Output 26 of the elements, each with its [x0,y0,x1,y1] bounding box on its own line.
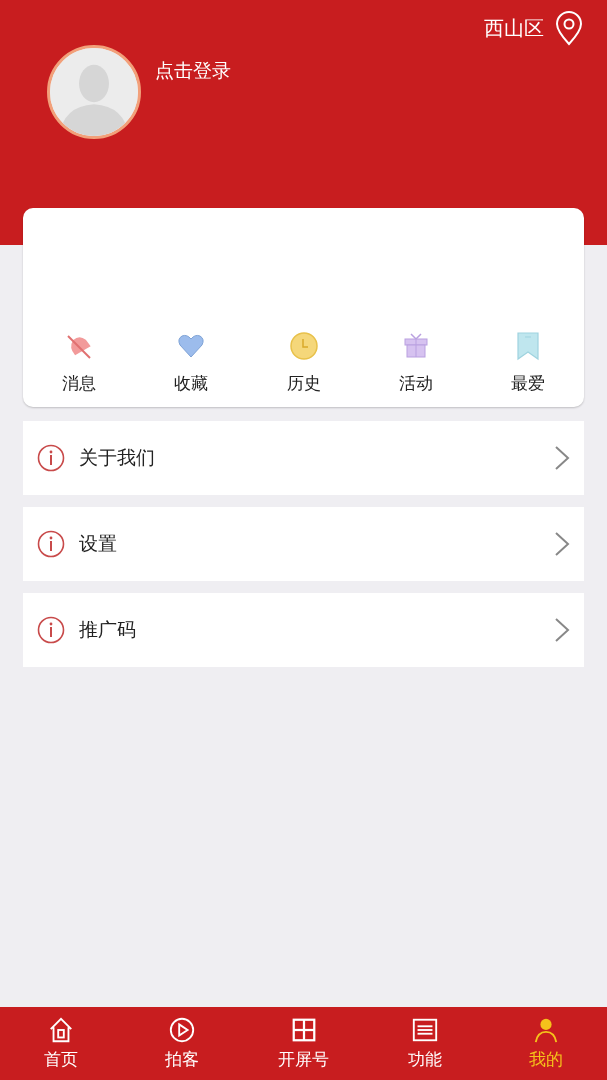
location-label: 西山区 [484,14,544,42]
menu-row[interactable]: 设置 [23,507,584,581]
chevron-right-icon [554,445,570,471]
login-link[interactable]: 点击登录 [155,58,231,84]
shortcut-item[interactable]: 收藏 [135,330,248,395]
info-icon [37,616,65,644]
tab-item[interactable]: 拍客 [121,1007,243,1080]
chevron-right-icon [554,617,570,643]
location-pin-icon[interactable] [554,10,584,46]
tab-item[interactable]: 功能 [364,1007,486,1080]
menu-label: 设置 [79,531,118,556]
shortcut-item[interactable]: 消息 [23,330,136,395]
tab-item[interactable]: 开屏号 [242,1007,365,1080]
menu-row[interactable]: 关于我们 [23,421,584,495]
menu-row[interactable]: 推广码 [23,593,584,667]
shortcut-item[interactable]: 活动 [359,330,472,395]
chevron-right-icon [554,531,570,557]
menu-label: 关于我们 [79,445,156,470]
info-icon [37,444,65,472]
play-icon [168,1016,197,1044]
shortcut-item[interactable]: 最爱 [471,330,584,395]
tab-item[interactable]: 我的 [485,1007,607,1080]
shortcut-item[interactable]: 历史 [247,330,360,395]
menu-label: 推广码 [79,617,137,642]
tab-item[interactable]: 首页 [0,1007,122,1080]
info-icon [37,530,65,558]
